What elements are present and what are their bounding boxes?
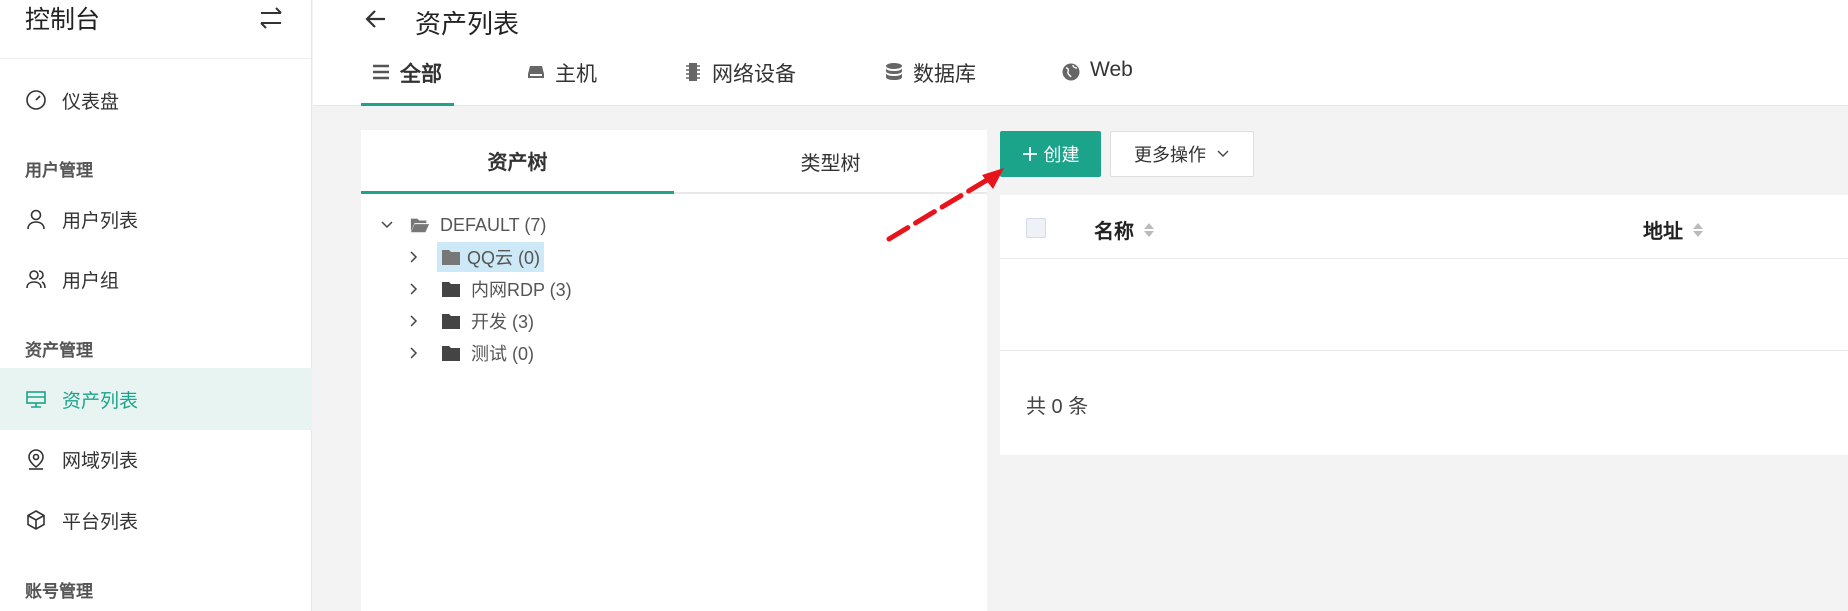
tree-node-label: QQ云 (0) <box>467 248 541 268</box>
sidebar-item-label: 网域列表 <box>62 450 139 472</box>
page-header: 资产列表 全部 主机 网络设备 数据库 Web <box>313 0 1848 106</box>
tab-label: 数据库 <box>913 63 976 86</box>
chip-icon <box>683 62 703 82</box>
group-account-management: 账号管理 <box>25 582 93 601</box>
chevron-right-icon[interactable] <box>407 346 421 360</box>
globe-icon <box>1061 62 1081 82</box>
sidebar-item-label: 资产列表 <box>62 390 139 412</box>
list-icon <box>371 62 391 82</box>
tree-node-label: 测试 (0) <box>471 344 534 364</box>
tab-network-device[interactable]: 网络设备 <box>683 58 796 106</box>
column-address[interactable]: 地址 <box>1643 215 1705 244</box>
sort-icon[interactable] <box>1142 221 1156 239</box>
create-button-label: 创建 <box>1043 145 1080 165</box>
more-actions-button[interactable]: 更多操作 <box>1110 131 1254 177</box>
chevron-right-icon[interactable] <box>407 314 421 328</box>
column-label: 地址 <box>1643 221 1683 243</box>
location-icon <box>25 448 47 470</box>
sort-icon[interactable] <box>1691 221 1705 239</box>
host-icon <box>526 62 546 82</box>
tab-label: 全部 <box>400 63 442 86</box>
sidebar: 控制台 仪表盘 用户管理 用户列表 用户组 资产管理 资产列表 网域列表 平台列… <box>0 0 312 611</box>
users-icon <box>25 268 47 290</box>
page-title: 资产列表 <box>415 9 520 39</box>
chevron-down-icon[interactable] <box>380 218 394 232</box>
folder-icon <box>441 248 461 266</box>
sidebar-item-dashboard[interactable]: 仪表盘 <box>0 69 312 131</box>
chevron-right-icon[interactable] <box>407 282 421 296</box>
monitor-icon <box>25 388 47 410</box>
sidebar-item-label: 仪表盘 <box>62 91 120 113</box>
group-asset-management: 资产管理 <box>25 341 93 360</box>
pagination-total: 共 0 条 <box>1026 396 1089 418</box>
sidebar-item-user-group[interactable]: 用户组 <box>0 248 312 310</box>
tab-host[interactable]: 主机 <box>526 58 597 106</box>
sidebar-item-platform-list[interactable]: 平台列表 <box>0 489 312 551</box>
tree-node-label: 内网RDP (3) <box>471 280 572 300</box>
chevron-down-icon <box>1216 147 1230 161</box>
back-arrow-icon[interactable] <box>363 6 389 32</box>
asset-table: 名称 地址 共 0 条 <box>1000 195 1848 455</box>
folder-open-icon <box>410 216 430 234</box>
switch-icon[interactable] <box>257 4 285 32</box>
empty-table-body <box>1000 259 1848 351</box>
gauge-icon <box>25 89 47 111</box>
tab-web[interactable]: Web <box>1061 58 1133 106</box>
sidebar-header: 控制台 <box>0 0 311 59</box>
tree-node-intranet-rdp[interactable]: 内网RDP (3) <box>407 274 576 304</box>
sidebar-item-user-list[interactable]: 用户列表 <box>0 188 312 250</box>
folder-icon <box>441 344 461 362</box>
more-actions-label: 更多操作 <box>1134 145 1206 165</box>
tree-node-default[interactable]: DEFAULT (7) <box>380 210 550 240</box>
column-name[interactable]: 名称 <box>1094 215 1156 244</box>
cube-icon <box>25 509 47 531</box>
tab-label: 网络设备 <box>712 63 796 86</box>
tab-asset-tree[interactable]: 资产树 <box>361 130 674 194</box>
sidebar-item-label: 用户列表 <box>62 210 139 232</box>
tab-label: Web <box>1090 58 1133 81</box>
column-label: 名称 <box>1094 221 1134 243</box>
chevron-right-icon[interactable] <box>407 250 421 264</box>
tree-node-label: DEFAULT (7) <box>440 214 547 235</box>
sidebar-item-label: 用户组 <box>62 270 120 292</box>
tree-node-test[interactable]: 测试 (0) <box>407 338 538 368</box>
group-user-management: 用户管理 <box>25 161 93 180</box>
tree-node-dev[interactable]: 开发 (3) <box>407 306 538 336</box>
sidebar-item-domain-list[interactable]: 网域列表 <box>0 428 312 490</box>
folder-icon <box>441 280 461 298</box>
folder-icon <box>441 312 461 330</box>
user-icon <box>25 208 47 230</box>
annotation-arrow-icon <box>886 168 1004 242</box>
tree-node-qqcloud[interactable]: QQ云 (0) <box>407 242 545 272</box>
console-title: 控制台 <box>25 6 101 34</box>
tab-label: 主机 <box>555 63 597 86</box>
tab-all[interactable]: 全部 <box>361 58 454 106</box>
sidebar-item-asset-list[interactable]: 资产列表 <box>0 368 312 430</box>
tree-node-label: 开发 (3) <box>471 312 534 332</box>
table-header: 名称 地址 <box>1000 195 1848 259</box>
database-icon <box>884 62 904 82</box>
sidebar-item-label: 平台列表 <box>62 511 139 533</box>
tab-database[interactable]: 数据库 <box>884 58 976 106</box>
tree-node-label-wrap: QQ云 (0) <box>437 242 545 272</box>
